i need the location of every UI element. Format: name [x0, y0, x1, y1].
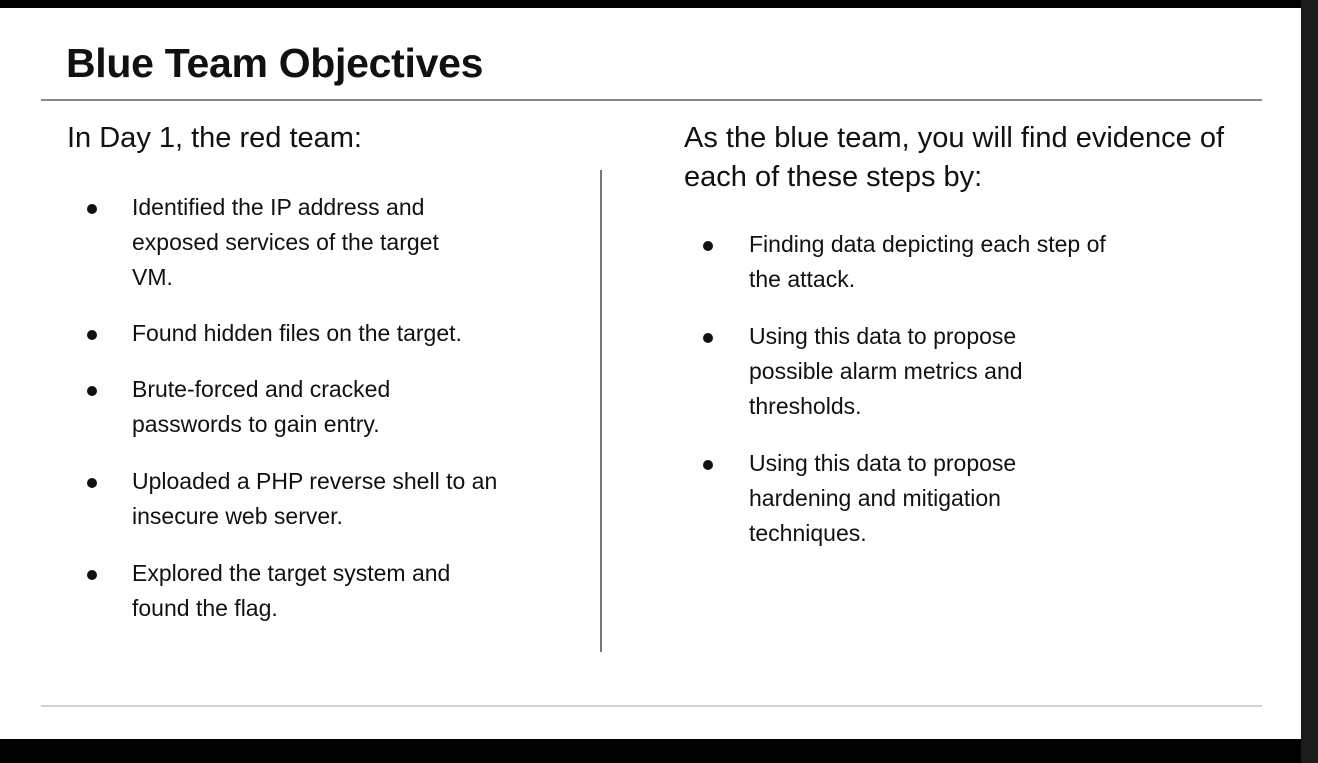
- list-item: Finding data depicting each step of the …: [703, 227, 1119, 297]
- bullet-icon: [703, 241, 713, 251]
- right-heading: As the blue team, you will find evidence…: [684, 122, 1225, 193]
- list-item: Identified the IP address and exposed se…: [87, 190, 477, 295]
- list-item: Brute-forced and cracked passwords to ga…: [87, 372, 432, 442]
- list-item: Found hidden files on the target.: [87, 316, 512, 351]
- list-item: Using this data to propose hardening and…: [703, 446, 1049, 551]
- footer-divider: [41, 705, 1262, 707]
- blue-team-list: Finding data depicting each step of the …: [703, 227, 1129, 551]
- bullet-icon: [703, 460, 713, 470]
- bullet-icon: [87, 330, 97, 340]
- slide: Blue Team Objectives In Day 1, the red t…: [0, 8, 1301, 739]
- bullet-icon: [87, 204, 97, 214]
- column-divider: [600, 170, 602, 652]
- slide-title: Blue Team Objectives: [66, 40, 484, 86]
- title-divider: [41, 99, 1262, 101]
- window-edge: [1301, 0, 1318, 763]
- list-item: Uploaded a PHP reverse shell to an insec…: [87, 464, 502, 534]
- list-item: Using this data to propose possible alar…: [703, 319, 1069, 424]
- bullet-icon: [87, 478, 97, 488]
- bullet-icon: [87, 570, 97, 580]
- bullet-icon: [703, 333, 713, 343]
- left-heading: In Day 1, the red team:: [67, 122, 362, 154]
- bullet-icon: [87, 386, 97, 396]
- red-team-list: Identified the IP address and exposed se…: [87, 190, 512, 626]
- list-item: Explored the target system and found the…: [87, 556, 492, 626]
